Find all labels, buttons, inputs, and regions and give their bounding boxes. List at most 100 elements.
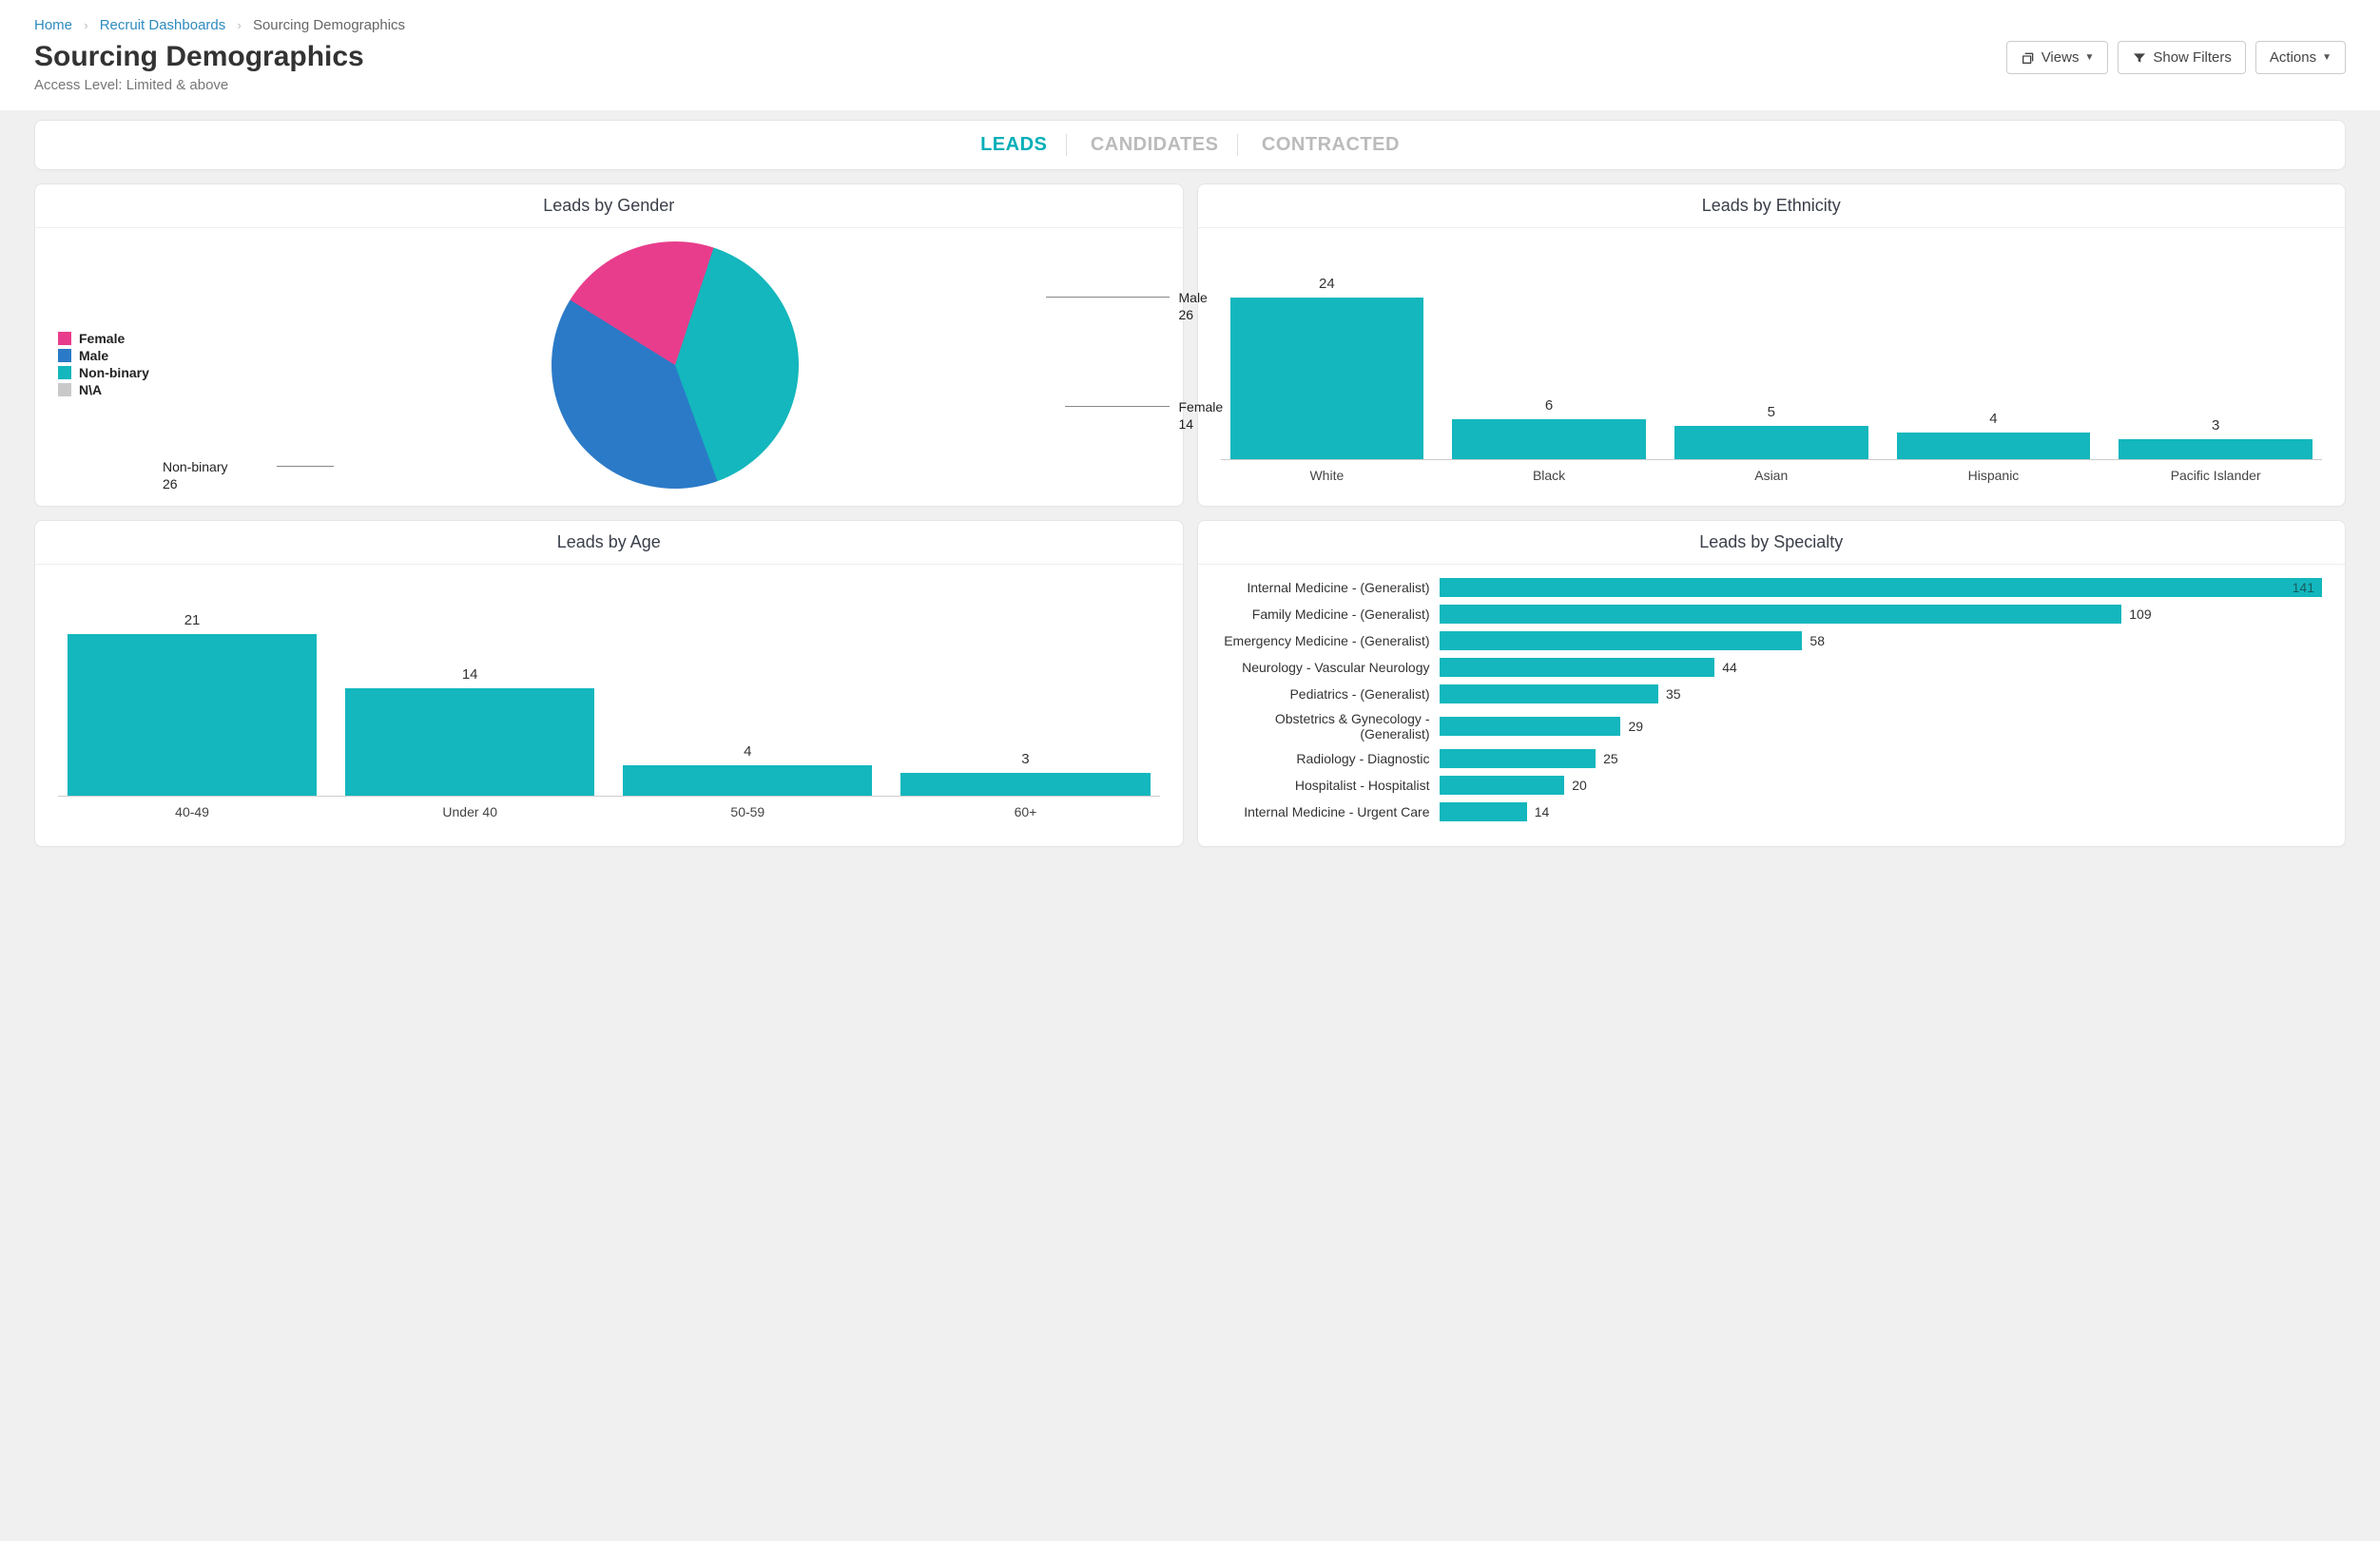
bar-column: 14 — [345, 666, 594, 796]
hbar-track: 35 — [1440, 684, 2323, 703]
bar-column: 3 — [2119, 417, 2312, 459]
bar-column: 3 — [900, 751, 1150, 796]
hbar-rect — [1440, 684, 1658, 703]
legend-label: Female — [79, 331, 125, 346]
hbar-label: Emergency Medicine - (Generalist) — [1221, 633, 1440, 648]
card-gender: Leads by Gender FemaleMaleNon-binaryN\A … — [34, 183, 1184, 507]
bar-rect — [1230, 298, 1424, 459]
bar-rect — [623, 765, 872, 796]
hbar-value: 58 — [1809, 633, 1825, 648]
bar-rect — [1674, 426, 1868, 459]
bar-label: 50-59 — [623, 804, 872, 819]
bar-rect — [900, 773, 1150, 796]
hbar-track: 29 — [1440, 717, 2323, 736]
card-title-specialty: Leads by Specialty — [1198, 521, 2346, 565]
hbar-row: Obstetrics & Gynecology - (Generalist) 29 — [1221, 711, 2323, 742]
hbar-row: Family Medicine - (Generalist) 109 — [1221, 605, 2323, 624]
bar-value: 6 — [1545, 397, 1553, 414]
legend-swatch — [58, 349, 71, 362]
hbar-track: 109 — [1440, 605, 2323, 624]
bar-value: 21 — [184, 612, 201, 628]
caret-down-icon: ▼ — [2322, 52, 2332, 63]
page-title: Sourcing Demographics — [34, 41, 364, 73]
views-button[interactable]: Views ▼ — [2006, 41, 2109, 74]
hbar-row: Emergency Medicine - (Generalist) 58 — [1221, 631, 2323, 650]
hbar-value: 14 — [1535, 804, 1550, 819]
gender-legend: Female Male Non-binary N\A — [58, 331, 191, 399]
hbar-label: Pediatrics - (Generalist) — [1221, 686, 1440, 702]
hbar-label: Neurology - Vascular Neurology — [1221, 660, 1440, 675]
hbar-label: Radiology - Diagnostic — [1221, 751, 1440, 766]
legend-swatch — [58, 332, 71, 345]
bar-label: 60+ — [900, 804, 1150, 819]
hbar-value: 109 — [2129, 607, 2151, 622]
chevron-right-icon: › — [237, 18, 241, 32]
bar-value: 4 — [744, 743, 751, 760]
bar-rect — [68, 634, 317, 796]
breadcrumb-current: Sourcing Demographics — [253, 17, 405, 33]
bar-value: 5 — [1768, 404, 1775, 420]
bar-label: Pacific Islander — [2119, 468, 2312, 483]
tab-leads[interactable]: LEADS — [961, 134, 1067, 156]
breadcrumb: Home › Recruit Dashboards › Sourcing Dem… — [34, 17, 2346, 33]
access-level: Access Level: Limited & above — [34, 77, 364, 93]
tab-contracted[interactable]: CONTRACTED — [1243, 134, 1419, 156]
hbar-row: Pediatrics - (Generalist) 35 — [1221, 684, 2323, 703]
bar-column: 6 — [1452, 397, 1646, 460]
breadcrumb-dashboards[interactable]: Recruit Dashboards — [100, 17, 226, 33]
hbar-rect — [1440, 717, 1621, 736]
bar-column: 5 — [1674, 404, 1868, 459]
bar-column: 4 — [623, 743, 872, 796]
gender-pie-chart — [551, 241, 799, 489]
bar-value: 14 — [462, 666, 478, 683]
hbar-label: Family Medicine - (Generalist) — [1221, 607, 1440, 622]
bar-label: 40-49 — [68, 804, 317, 819]
card-age: Leads by Age 211443 40-49Under 4050-5960… — [34, 520, 1184, 847]
legend-label: Non-binary — [79, 365, 149, 380]
card-ethnicity: Leads by Ethnicity 246543 WhiteBlackAsia… — [1197, 183, 2347, 507]
bar-value: 3 — [1021, 751, 1029, 767]
legend-item: Non-binary — [58, 365, 191, 380]
hbar-track: 20 — [1440, 776, 2323, 795]
hbar-label: Obstetrics & Gynecology - (Generalist) — [1221, 711, 1440, 742]
hbar-row: Neurology - Vascular Neurology44 — [1221, 658, 2323, 677]
hbar-rect — [1440, 776, 1565, 795]
bar-label: White — [1230, 468, 1424, 483]
age-bar-chart: 21 14 4 3 — [58, 578, 1160, 797]
hbar-value: 141 — [2293, 580, 2314, 595]
bar-column: 4 — [1897, 411, 2091, 459]
bar-label: Black — [1452, 468, 1646, 483]
hbar-rect — [1440, 605, 2122, 624]
hbar-rect — [1440, 749, 1596, 768]
tab-bar: LEADS CANDIDATES CONTRACTED — [34, 120, 2346, 170]
hbar-value: 29 — [1628, 719, 1643, 734]
legend-item: Female — [58, 331, 191, 346]
bar-label: Asian — [1674, 468, 1868, 483]
hbar-label: Internal Medicine - (Generalist) — [1221, 580, 1440, 595]
legend-item: N\A — [58, 382, 191, 397]
hbar-row: Radiology - Diagnostic25 — [1221, 749, 2323, 768]
legend-label: Male — [79, 348, 108, 363]
hbar-value: 35 — [1666, 686, 1681, 702]
tab-candidates[interactable]: CANDIDATES — [1072, 134, 1239, 156]
hbar-track: 25 — [1440, 749, 2323, 768]
legend-swatch — [58, 383, 71, 396]
specialty-bar-chart: Internal Medicine - (Generalist) 141 Famil… — [1198, 565, 2346, 846]
filter-icon — [2132, 50, 2147, 66]
hbar-rect: 141 — [1440, 578, 2323, 597]
bar-column: 21 — [68, 612, 317, 796]
bar-rect — [345, 688, 594, 796]
breadcrumb-home[interactable]: Home — [34, 17, 72, 33]
hbar-track: 14 — [1440, 802, 2323, 821]
hbar-row: Internal Medicine - (Generalist) 141 — [1221, 578, 2323, 597]
ethnicity-bar-chart: 24 6 5 43 — [1221, 241, 2323, 460]
legend-item: Male — [58, 348, 191, 363]
bar-column: 24 — [1230, 276, 1424, 459]
show-filters-button[interactable]: Show Filters — [2118, 41, 2246, 74]
hbar-rect — [1440, 631, 1803, 650]
actions-button[interactable]: Actions ▼ — [2255, 41, 2346, 74]
bar-label: Hispanic — [1897, 468, 2091, 483]
hbar-row: Internal Medicine - Urgent Care14 — [1221, 802, 2323, 821]
chevron-right-icon: › — [84, 18, 87, 32]
hbar-track: 141 — [1440, 578, 2323, 597]
